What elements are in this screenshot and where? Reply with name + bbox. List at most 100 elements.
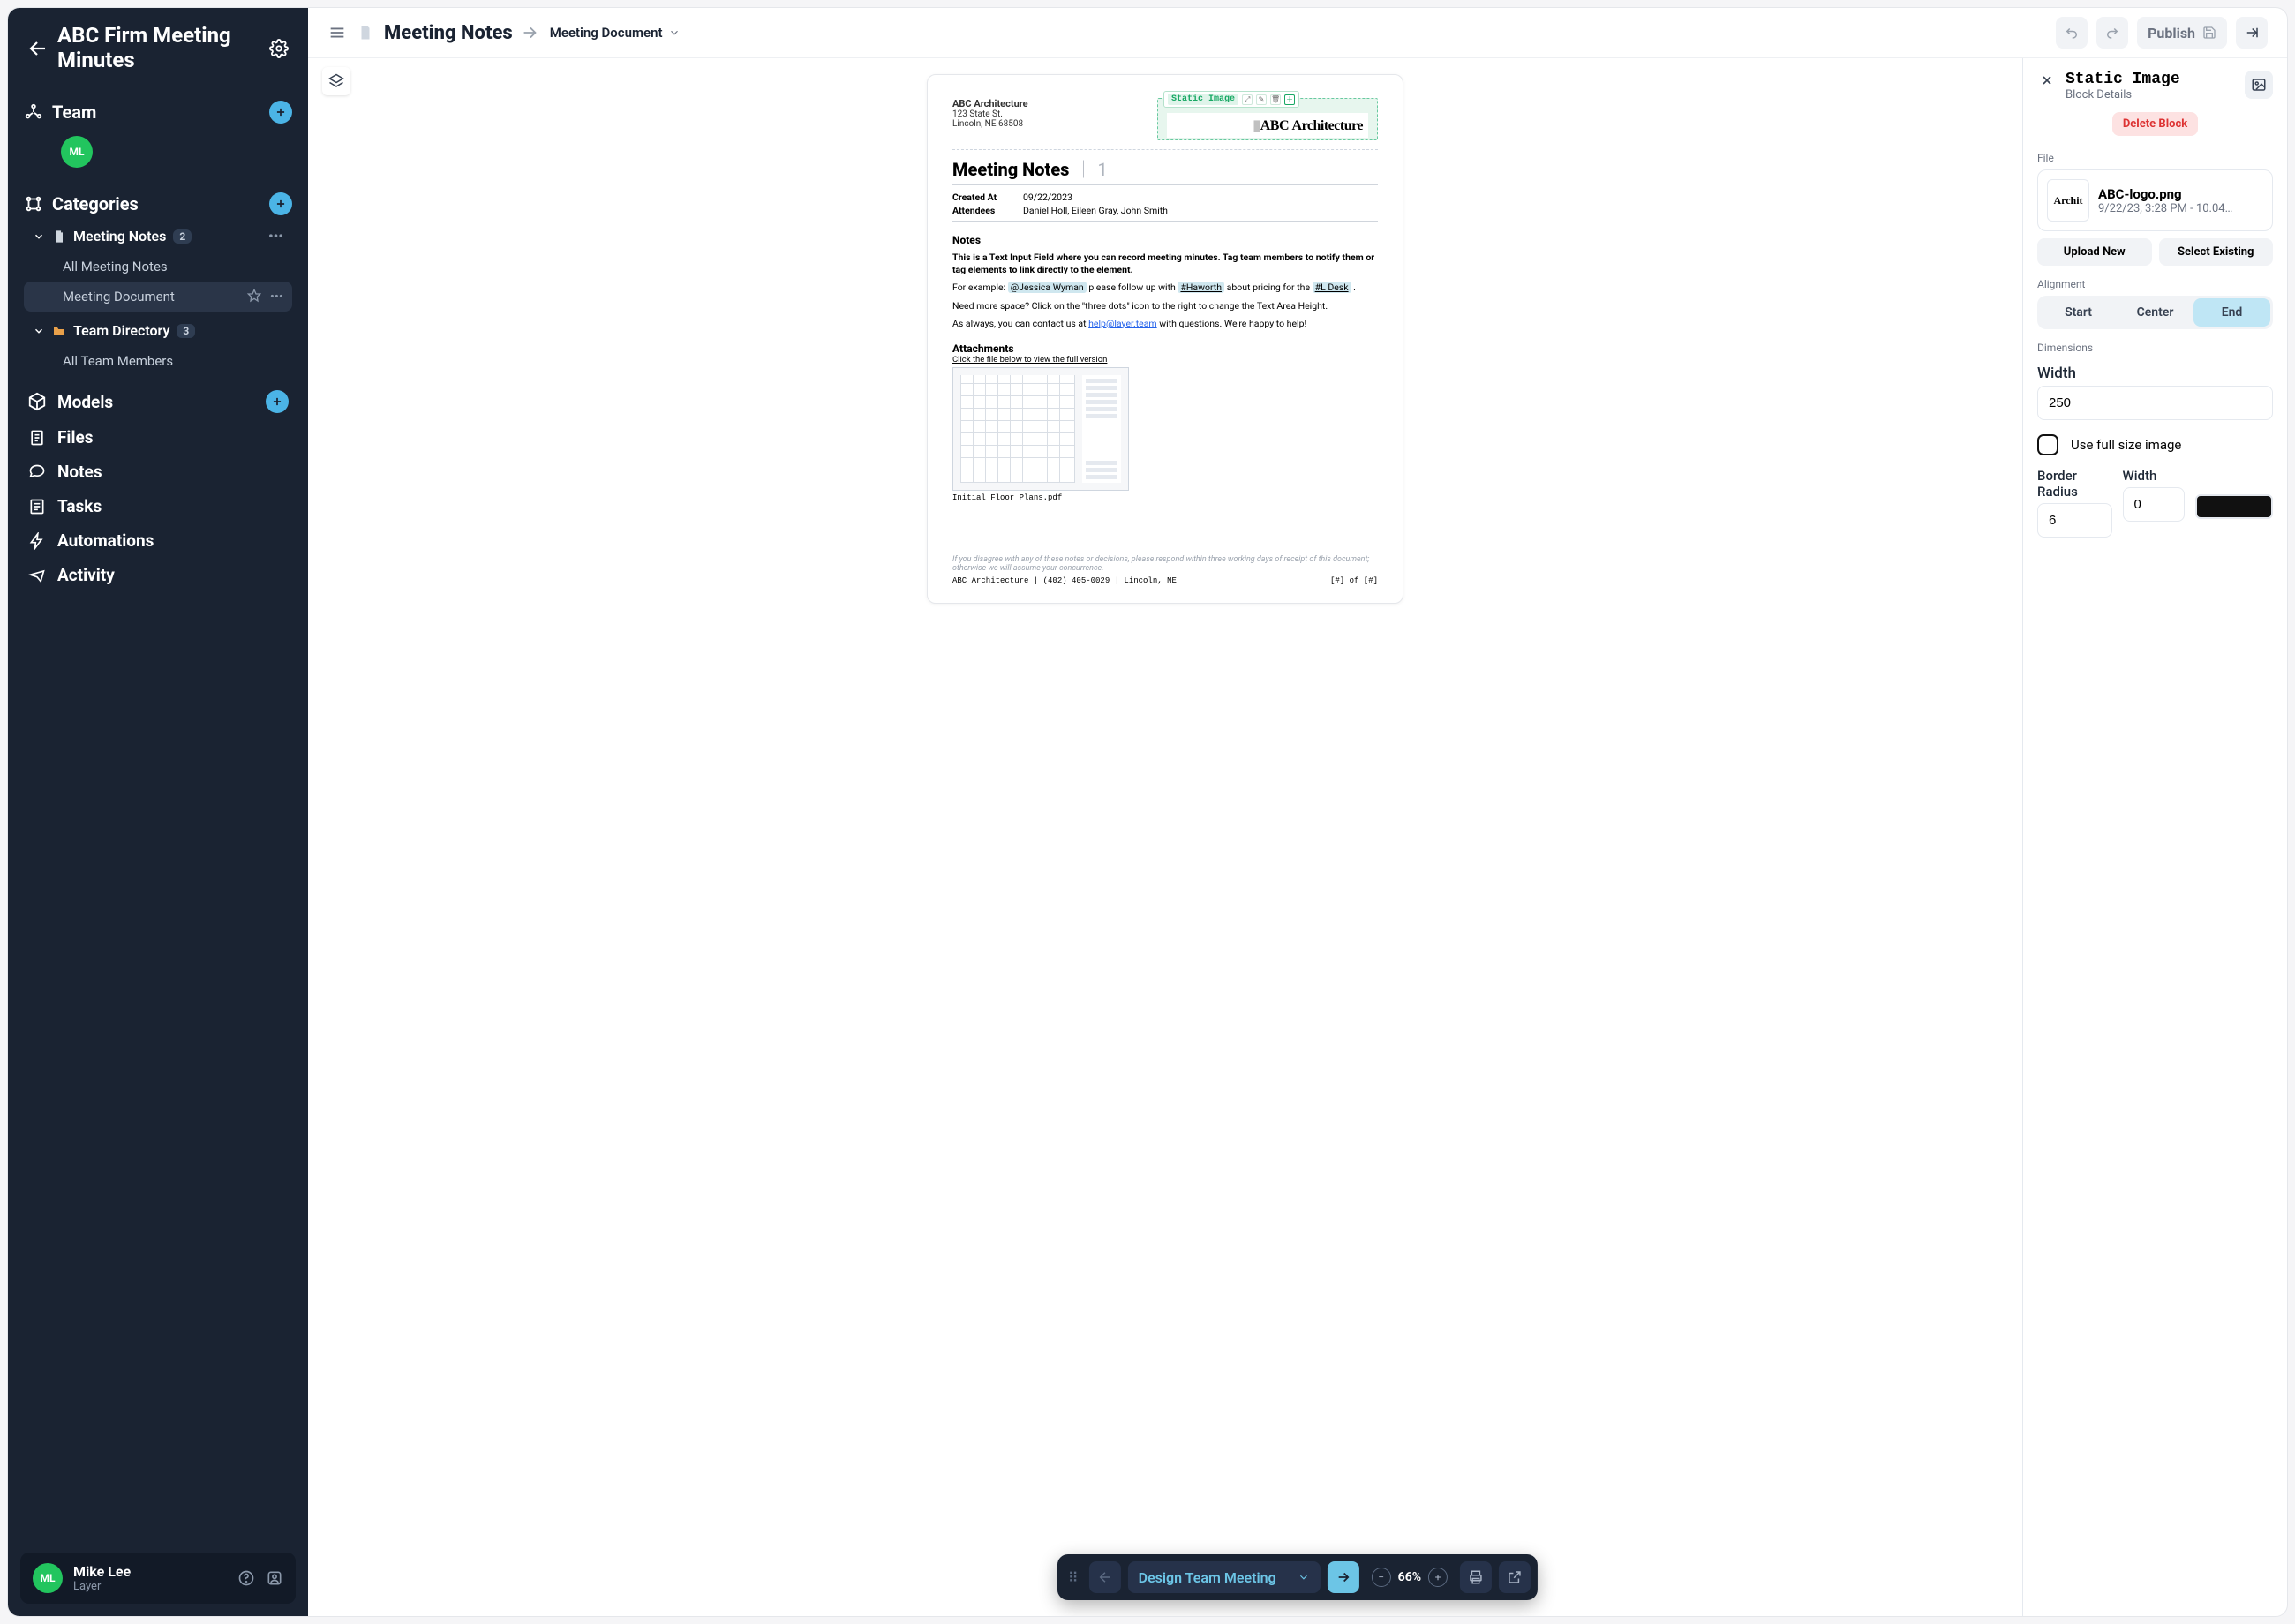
category-team-directory[interactable]: Team Directory 3 [24,315,292,346]
zoom-in-button[interactable]: + [1428,1568,1448,1587]
mention-tag[interactable]: @Jessica Wyman [1008,282,1087,293]
user-avatar[interactable]: ML [33,1563,63,1593]
delete-icon[interactable]: 🗑 [1270,94,1281,105]
file-card[interactable]: Archit ABC-logo.png 9/22/23, 3:28 PM - 1… [2037,169,2273,231]
attachment-filename: Initial Floor Plans.pdf [952,493,1378,502]
static-image-block[interactable]: Static Image ⤢ ✎ 🗑 ＋ ▮ABC Architecture [1157,98,1378,140]
canvas[interactable]: ABC Architecture 123 State St. Lincoln, … [308,58,2022,1616]
team-label[interactable]: Team [52,102,260,123]
firm-name: ABC Architecture [952,98,1028,109]
undo-button[interactable] [2056,17,2088,49]
delete-block-button[interactable]: Delete Block [2112,112,2198,136]
attachments-sub: Click the file below to view the full ve… [952,355,1378,365]
nav-models[interactable]: Models [8,383,308,420]
width-input[interactable] [2037,386,2273,420]
team-member-avatar[interactable]: ML [61,136,93,168]
border-radius-label: Border Radius [2037,468,2112,500]
file-thumb: Archit [2047,179,2089,222]
select-existing-button[interactable]: Select Existing [2159,238,2274,266]
notes-intro: This is a Text Input Field where you can… [952,252,1374,275]
zoom-value: 66% [1398,1570,1421,1584]
zoom-out-button[interactable]: − [1372,1568,1391,1587]
redo-button[interactable] [2096,17,2128,49]
align-start[interactable]: Start [2040,298,2117,327]
help-icon[interactable] [237,1569,255,1587]
tasks-icon [27,497,47,516]
nav-models-label: Models [57,392,113,412]
layers-button[interactable] [322,67,350,95]
notes-line2: For example: @Jessica Wyman please follo… [952,282,1378,294]
document-page: ABC Architecture 123 State St. Lincoln, … [927,74,1403,604]
nav-automations[interactable]: Automations [8,523,308,558]
category-label: Meeting Notes [73,228,166,244]
close-icon[interactable] [2037,71,2057,90]
image-icon[interactable] [2245,71,2273,99]
hash-tag[interactable]: #L Desk [1313,282,1351,293]
alignment-segment: Start Center End [2037,296,2273,329]
menu-icon[interactable] [327,23,347,42]
publish-button[interactable]: Publish [2137,17,2227,49]
nav-all-team-members[interactable]: All Team Members [24,346,292,376]
file-name: ABC-logo.png [2098,186,2232,202]
email-link[interactable]: help@layer.team [1088,318,1157,329]
category-meeting-notes[interactable]: Meeting Notes 2 ••• [24,221,292,252]
grip-icon[interactable]: ⠿ [1065,1569,1082,1586]
document-icon [357,25,373,41]
nav-all-meeting-notes[interactable]: All Meeting Notes [24,252,292,282]
chevron-down-icon [668,26,681,39]
more-icon[interactable]: ••• [268,228,283,244]
align-end[interactable]: End [2193,298,2270,327]
align-center[interactable]: Center [2117,298,2193,327]
add-icon[interactable]: ＋ [1284,94,1295,105]
prev-button[interactable] [1089,1561,1121,1593]
main-area: Meeting Notes Meeting Document Publish [308,8,2287,1616]
print-button[interactable] [1460,1561,1492,1593]
border-radius-input[interactable] [2037,503,2112,538]
logo-prefix: ABC [1260,118,1292,133]
add-model-button[interactable] [266,390,289,413]
collapse-panel-button[interactable] [2236,17,2268,49]
meta-value: Daniel Holl, Eileen Gray, John Smith [1023,205,1168,216]
categories-label[interactable]: Categories [52,193,260,214]
profile-icon[interactable] [266,1569,283,1587]
star-icon[interactable] [247,289,261,304]
expand-icon[interactable]: ⤢ [1242,94,1253,105]
add-team-button[interactable] [269,101,292,124]
gear-icon[interactable] [269,39,289,58]
open-external-button[interactable] [1499,1561,1531,1593]
color-swatch[interactable] [2195,494,2274,519]
nav-meeting-document-label: Meeting Document [63,289,175,304]
user-name: Mike Lee [73,1563,131,1580]
next-button[interactable] [1328,1561,1359,1593]
document-icon [52,229,66,244]
sidebar: ABC Firm Meeting Minutes Team ML [8,8,308,1616]
meta-key: Created At [952,192,1023,203]
category-label: Team Directory [73,322,169,339]
attachment-thumbnail[interactable] [952,367,1129,491]
chevron-down-icon [33,325,45,337]
chevron-down-icon [33,230,45,243]
nav-activity[interactable]: Activity [8,558,308,592]
breadcrumb-label: Meeting Document [550,25,663,41]
nav-tasks-label: Tasks [57,496,102,516]
activity-icon [27,566,47,585]
nav-meeting-document[interactable]: Meeting Document ••• [24,282,292,312]
nav-notes-label: Notes [57,462,102,482]
hash-tag[interactable]: #Haworth [1178,282,1224,293]
fullsize-label: Use full size image [2071,437,2181,453]
upload-new-button[interactable]: Upload New [2037,238,2152,266]
fullsize-checkbox[interactable] [2037,434,2058,455]
more-icon[interactable]: ••• [270,289,283,304]
edit-icon[interactable]: ✎ [1256,94,1267,105]
models-icon [27,392,47,411]
automations-icon [27,531,47,551]
border-width-input[interactable] [2123,487,2185,522]
footer-right: [#] of [#] [1330,576,1378,585]
breadcrumb[interactable]: Meeting Document [550,25,681,41]
nav-files[interactable]: Files [8,420,308,455]
add-category-button[interactable] [269,192,292,215]
nav-notes[interactable]: Notes [8,455,308,489]
presentation-select[interactable]: Design Team Meeting [1128,1561,1321,1593]
back-icon[interactable] [27,38,49,59]
nav-tasks[interactable]: Tasks [8,489,308,523]
